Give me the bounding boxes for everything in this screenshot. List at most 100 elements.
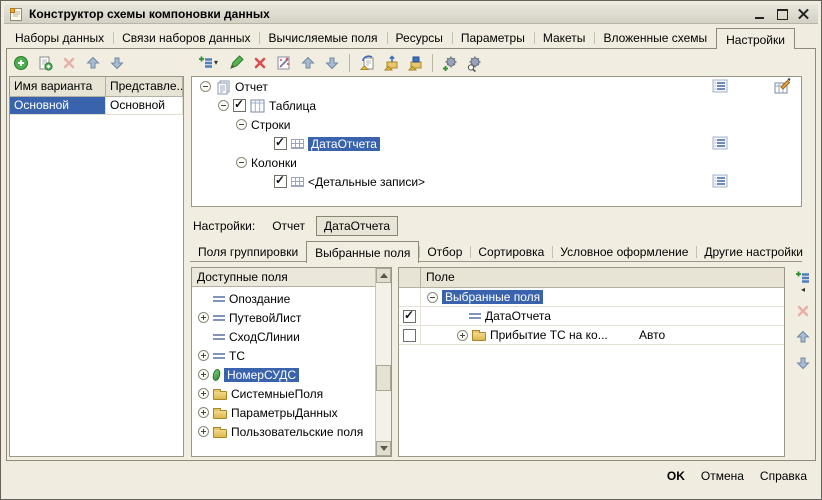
- tab-nested-schemas[interactable]: Вложенные схемы: [594, 28, 716, 48]
- tab-calculated-fields[interactable]: Вычисляемые поля: [259, 28, 386, 48]
- move-selected-field-down-button[interactable]: [793, 353, 813, 373]
- field-label[interactable]: Пользовательские поля: [231, 425, 363, 439]
- tab-selected-fields[interactable]: Выбранные поля: [306, 241, 420, 263]
- group-label[interactable]: Выбранные поля: [442, 290, 544, 304]
- variant-presentation-cell[interactable]: Основной: [106, 97, 183, 114]
- move-structure-down-button[interactable]: [322, 53, 342, 73]
- field-item-data-parameters[interactable]: ПараметрыДанных: [192, 403, 375, 422]
- expand-icon[interactable]: [198, 388, 209, 399]
- scroll-up-icon[interactable]: [376, 268, 391, 283]
- column-variant-name[interactable]: Имя варианта: [10, 77, 106, 96]
- selected-field-row-report-date[interactable]: ДатаОтчета: [399, 307, 784, 326]
- load-settings-button[interactable]: [357, 53, 377, 73]
- field-label[interactable]: ПутевойЛист: [229, 311, 301, 325]
- expand-icon[interactable]: [198, 426, 209, 437]
- move-structure-up-button[interactable]: [298, 53, 318, 73]
- tab-conditional-appearance[interactable]: Условное оформление: [552, 242, 696, 262]
- tree-label[interactable]: Отчет: [235, 80, 268, 94]
- tab-templates[interactable]: Макеты: [533, 28, 595, 48]
- tab-sorting[interactable]: Сортировка: [470, 242, 552, 262]
- field-label-selected[interactable]: НомерСУДС: [224, 367, 300, 382]
- use-checkbox[interactable]: [403, 328, 416, 342]
- field-label[interactable]: СистемныеПоля: [231, 387, 323, 401]
- field-label[interactable]: ПараметрыДанных: [231, 406, 338, 420]
- field-item-opozdanie[interactable]: Опоздание: [192, 289, 375, 308]
- title-bar[interactable]: Конструктор схемы компоновки данных: [4, 4, 818, 24]
- selected-field-label[interactable]: Прибытие ТС на ко...: [490, 328, 608, 342]
- delete-structure-element-button[interactable]: [250, 53, 270, 73]
- field-column-header[interactable]: Поле: [421, 268, 784, 287]
- maximize-icon[interactable]: [776, 8, 788, 20]
- save-settings-button[interactable]: [405, 53, 425, 73]
- variant-name-cell[interactable]: Основной: [10, 97, 106, 114]
- tree-label[interactable]: Колонки: [251, 156, 297, 170]
- settings-search-button[interactable]: [464, 53, 484, 73]
- move-variant-up-button[interactable]: [83, 53, 103, 73]
- close-icon[interactable]: [798, 8, 810, 20]
- field-label[interactable]: Опоздание: [229, 292, 290, 306]
- expand-icon[interactable]: [198, 312, 209, 323]
- collapse-icon[interactable]: [218, 100, 229, 111]
- settings-add-button[interactable]: [440, 53, 460, 73]
- tree-label[interactable]: <Детальные записи>: [308, 175, 425, 189]
- delete-selected-field-button[interactable]: [793, 301, 813, 321]
- expand-icon[interactable]: [198, 369, 209, 380]
- field-item-shod-s-linii[interactable]: СходСЛинии: [192, 327, 375, 346]
- group-checkbox[interactable]: [274, 173, 287, 188]
- tab-data-sets[interactable]: Наборы данных: [6, 28, 113, 48]
- row-settings-icon[interactable]: [712, 136, 729, 151]
- table-checkbox[interactable]: [233, 97, 246, 112]
- field-item-nomer-suds[interactable]: НомерСУДС: [192, 365, 375, 384]
- row-settings-icon[interactable]: [712, 79, 729, 94]
- group-type-value[interactable]: Авто: [639, 328, 665, 342]
- design-settings-icon[interactable]: [773, 78, 791, 95]
- add-selected-field-button[interactable]: ◂: [793, 269, 813, 295]
- tree-label[interactable]: Строки: [251, 118, 290, 132]
- settings-scope-context-button[interactable]: ДатаОтчета: [316, 216, 399, 236]
- collapse-icon[interactable]: [427, 291, 438, 303]
- selected-field-row-arrival[interactable]: Прибытие ТС на ко... Авто: [399, 326, 784, 345]
- tab-settings[interactable]: Настройки: [716, 28, 795, 49]
- use-checkbox[interactable]: [403, 308, 416, 323]
- tab-other-settings[interactable]: Другие настройки: [696, 242, 811, 262]
- row-settings-icon[interactable]: [712, 174, 729, 189]
- collapse-icon[interactable]: [236, 157, 247, 168]
- collapse-icon[interactable]: [200, 81, 211, 92]
- expand-icon[interactable]: [198, 407, 209, 418]
- move-variant-down-button[interactable]: [107, 53, 127, 73]
- field-item-system-fields[interactable]: СистемныеПоля: [192, 384, 375, 403]
- tab-resources[interactable]: Ресурсы: [386, 28, 452, 48]
- scrollbar-track[interactable]: [376, 283, 391, 441]
- expand-icon[interactable]: [457, 329, 468, 341]
- field-item-user-fields[interactable]: Пользовательские поля: [192, 422, 375, 441]
- cancel-button[interactable]: Отмена: [701, 469, 744, 483]
- tree-row-rows-section[interactable]: Строки: [192, 115, 801, 134]
- tree-label-selected[interactable]: ДатаОтчета: [308, 136, 380, 151]
- tab-parameters[interactable]: Параметры: [451, 28, 534, 48]
- tree-row-report-date[interactable]: ДатаОтчета: [192, 134, 801, 153]
- tab-filter[interactable]: Отбор: [419, 242, 470, 262]
- move-selected-field-up-button[interactable]: [793, 327, 813, 347]
- selected-field-label[interactable]: ДатаОтчета: [485, 309, 551, 323]
- export-settings-button[interactable]: [381, 53, 401, 73]
- copy-variant-button[interactable]: [35, 53, 55, 73]
- help-button[interactable]: Справка: [760, 469, 807, 483]
- tab-grouping-fields[interactable]: Поля группировки: [190, 242, 306, 262]
- expand-icon[interactable]: [198, 350, 209, 361]
- tree-row-table[interactable]: Таблица: [192, 96, 801, 115]
- field-item-putevoy-list[interactable]: ПутевойЛист: [192, 308, 375, 327]
- selected-fields-group-row[interactable]: Выбранные поля: [399, 288, 784, 307]
- field-label[interactable]: ТС: [229, 349, 245, 363]
- add-structure-element-button[interactable]: ▾: [194, 53, 222, 73]
- field-label[interactable]: СходСЛинии: [229, 330, 300, 344]
- column-variant-presentation[interactable]: Представле...: [106, 77, 183, 96]
- group-checkbox[interactable]: [274, 135, 287, 150]
- tab-data-set-links[interactable]: Связи наборов данных: [113, 28, 259, 48]
- variant-row[interactable]: Основной Основной: [10, 97, 183, 115]
- tree-row-columns-section[interactable]: Колонки: [192, 153, 801, 172]
- delete-variant-button[interactable]: [59, 53, 79, 73]
- ok-button[interactable]: OK: [667, 469, 685, 483]
- available-fields-scrollbar[interactable]: [375, 268, 391, 456]
- add-variant-button[interactable]: [11, 53, 31, 73]
- tree-label[interactable]: Таблица: [269, 99, 316, 113]
